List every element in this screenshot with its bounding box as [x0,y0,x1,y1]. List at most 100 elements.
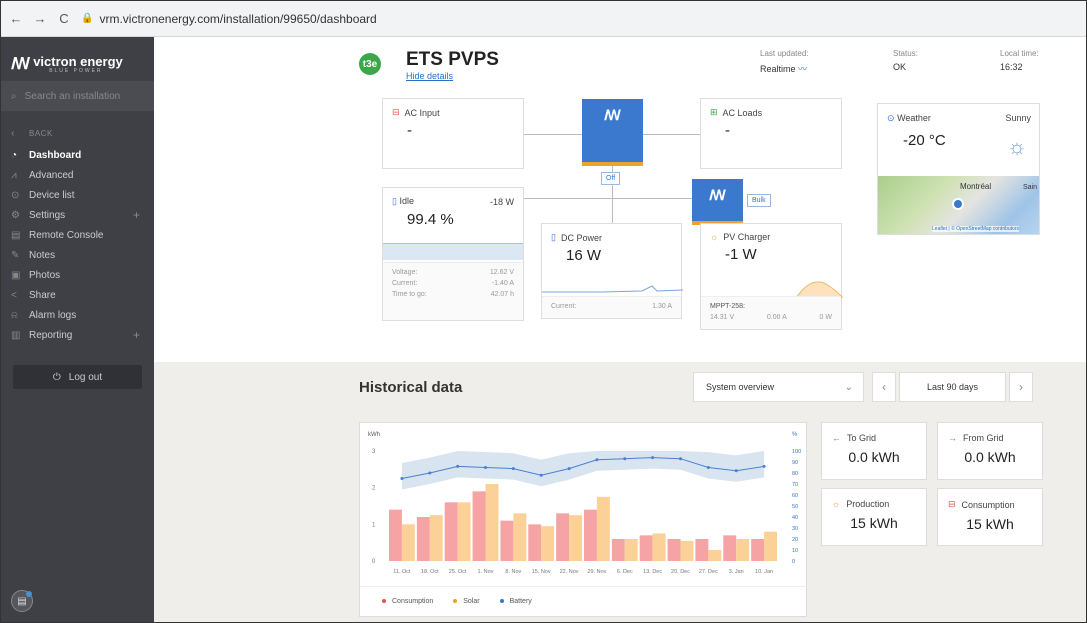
bar-solar [652,533,666,561]
battery-time-to-go: 42.07 h [490,291,514,298]
sidebar-item-share[interactable]: < Share [1,285,154,305]
historical-section: Historical data System overview ⌄ ‹ Last… [154,362,1086,622]
battery-card[interactable]: ▯ Idle -18 W 99.4 % Voltage: 12.62 V Curr… [382,187,524,321]
battery-point [567,467,571,471]
sidebar-item-advanced[interactable]: ⩘ Advanced [1,165,154,185]
bar-solar [485,484,499,561]
next-range-button[interactable]: › [1009,372,1033,402]
location-pin-icon: ⊙ [887,113,895,123]
x-tick-label: 3. Jan [729,569,744,575]
search-input[interactable]: ⌕ Search an installation [1,81,154,111]
sun-icon: ☼ [832,499,841,509]
x-tick-label: 29. Nov [587,569,606,575]
sidebar-item-label: Alarm logs [29,309,77,321]
bar-consumption [389,509,402,561]
note-icon: ✎ [11,249,20,261]
inverter-state-badge: Off [601,172,621,185]
sidebar-item-notes[interactable]: ✎ Notes [1,245,154,265]
sidebar-item-device-list[interactable]: ⊙ Device list [1,185,154,205]
x-tick-label: 10. Jan [755,569,773,575]
victron-logo[interactable]: ꟿ victron energy BLUE POWER [1,37,154,81]
weather-card[interactable]: ⊙ Weather Sunny -20 °C ☼ Montréal Sain L… [877,103,1040,235]
y-tick-label: 2 [372,486,376,492]
pv-charger-stats: MPPT-258: 14.31 V 0.00 A 0 W [701,296,841,329]
bar-consumption [556,513,570,561]
arrow-left-icon: ← [832,433,841,443]
bar-consumption [723,535,737,561]
y-tick-label: 3 [372,449,376,455]
legend-battery[interactable]: Battery [499,598,532,605]
forward-arrow-icon[interactable]: → [33,11,47,26]
stat-label: Consumption [961,499,1015,510]
legend-solar[interactable]: Solar [453,598,480,605]
victron-wave-icon: ꟿ [604,107,621,123]
hide-details-link[interactable]: Hide details [406,71,453,81]
charger-block[interactable]: ꟿ [692,179,743,225]
legend-consumption[interactable]: Consumption [382,598,433,605]
battery-soc-fill [383,243,523,260]
victron-wave-icon: ꟿ [709,187,726,203]
y2-tick-label: 50 [792,504,798,510]
dc-power-card[interactable]: ▯ DC Power 16 W Current: 1.30 A [541,223,683,319]
chevron-right-icon: › [1019,380,1023,394]
sidebar-item-remote-console[interactable]: ▤ Remote Console [1,225,154,245]
battery-range-band [401,451,765,490]
x-tick-label: 11. Oct [393,569,411,575]
ac-input-card[interactable]: ⊟ AC Input - [382,98,524,169]
historical-view-select[interactable]: System overview ⌄ [693,372,864,402]
logout-button[interactable]: ⏻ Log out [13,365,142,389]
bar-solar [736,539,750,561]
stat-label: Time to go: [392,291,427,298]
map-city-label-right: Sain [1022,184,1037,191]
sidebar-item-alarm-logs[interactable]: ⍾ Alarm logs [1,305,154,325]
legend-dot [382,599,386,604]
back-arrow-icon[interactable]: ← [9,11,23,26]
last-updated-label: Last updated: [760,49,809,58]
address-bar[interactable]: 🔒 vrm.victronenergy.com/installation/996… [81,12,377,26]
ac-input-value: - [407,122,412,139]
chart-legend: Consumption Solar Battery [360,586,806,616]
pv-charger-card[interactable]: ☼ PV Charger -1 W MPPT-258: 14.31 V 0.00 A… [700,223,843,330]
sidebar-item-photos[interactable]: ▣ Photos [1,265,154,285]
bar-consumption [472,491,486,561]
card-title: AC Input [404,107,440,118]
lock-icon: 🔒 [81,13,94,24]
logout-label: Log out [68,371,103,383]
dc-current: 1.30 A [652,303,672,310]
pulse-icon: 〰 [798,64,808,74]
pv-watts: 0 W [819,314,832,321]
page-title: ETS PVPS [406,49,499,70]
console-icon: ▤ [11,229,21,241]
range-label[interactable]: Last 90 days [899,372,1006,402]
battery-point [456,464,460,468]
history-chart-card: kWh% 0 1 2 3 0 10 20 30 40 50 60 70 80 90 100 11. Oct 18.… [359,422,807,617]
last-updated: Last updated: Realtime 〰 [760,49,808,75]
ac-loads-card[interactable]: ⊞ AC Loads - [700,98,842,169]
dc-wire [612,198,613,223]
weather-map[interactable]: Montréal Sain Leaflet | © OpenStreetMap … [878,176,1039,234]
inverter-block[interactable]: ꟿ [582,99,643,166]
production-card: ☼ Production 15 kWh [821,488,927,546]
x-tick-label: 20. Dec [671,569,690,575]
sidebar-item-reporting[interactable]: ▥ Reporting + [1,325,154,345]
sidebar-back-label: BACK [29,128,53,138]
prev-range-button[interactable]: ‹ [872,372,896,402]
history-chart[interactable]: kWh %0123010203040506070809010011. Oct 18.… [360,423,808,588]
brand-subtitle: BLUE POWER [49,67,103,74]
battery-point [706,466,710,469]
sidebar-item-dashboard[interactable]: ◔ Dashboard [1,145,154,165]
battery-voltage: 12.62 V [489,269,514,276]
status-value: OK [893,62,907,72]
plus-icon: + [132,208,140,222]
y2-axis-label: % [792,432,798,438]
sidebar-back[interactable]: ‹ BACK [1,123,154,143]
battery-point [539,473,543,477]
sidebar-item-settings[interactable]: ⚙ Settings + [1,205,154,225]
main-content: t3e ETS PVPS Hide details Last updated: … [154,37,1086,622]
url-text: vrm.victronenergy.com/installation/99650… [99,11,377,26]
chat-button[interactable]: ▤ [11,590,33,612]
reload-icon[interactable]: C [57,11,71,26]
map-attribution[interactable]: Leaflet | © OpenStreetMap contributors [932,226,1019,232]
battery-point [762,464,766,468]
pv-sparkline [795,281,843,298]
